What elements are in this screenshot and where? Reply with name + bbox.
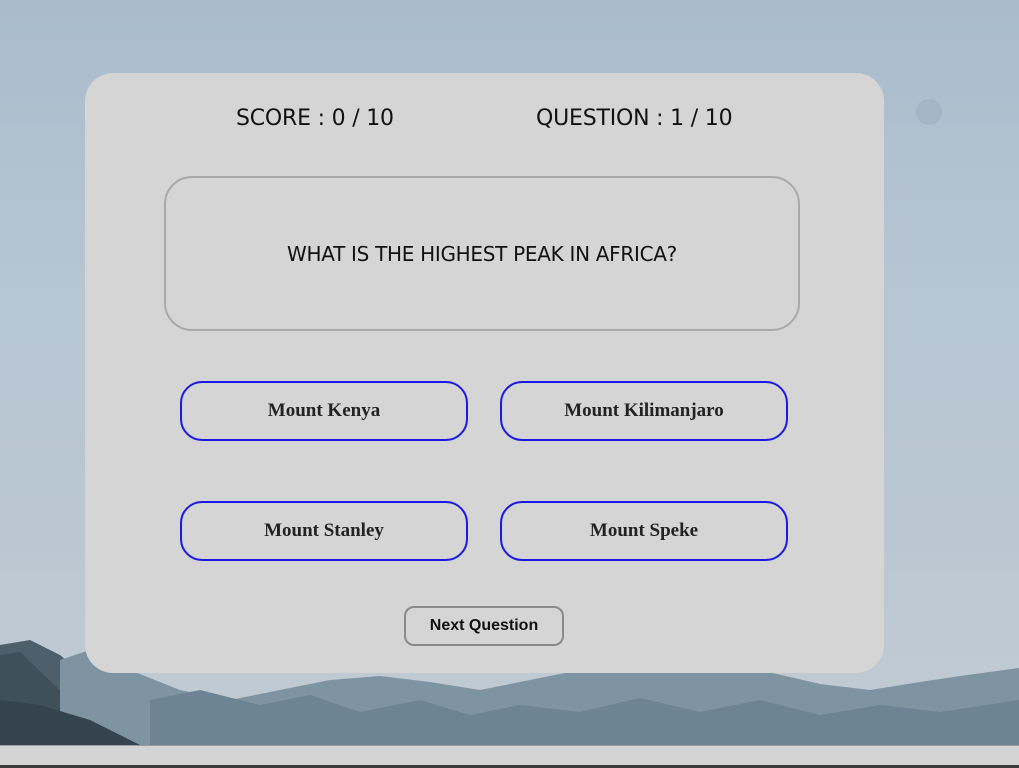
answer-button-3[interactable]: Mount Stanley: [180, 501, 468, 561]
question-box: WHAT IS THE HIGHEST PEAK IN AFRICA?: [164, 176, 800, 331]
window-bottom-bar: [0, 745, 1019, 768]
next-question-button[interactable]: Next Question: [404, 606, 564, 646]
quiz-card: [85, 73, 884, 673]
background-spot: [916, 99, 942, 125]
score-text: SCORE : 0 / 10: [236, 106, 394, 131]
question-counter: QUESTION : 1 / 10: [536, 106, 733, 131]
answer-button-1[interactable]: Mount Kenya: [180, 381, 468, 441]
question-text: WHAT IS THE HIGHEST PEAK IN AFRICA?: [287, 241, 677, 266]
answer-button-2[interactable]: Mount Kilimanjaro: [500, 381, 788, 441]
answer-button-4[interactable]: Mount Speke: [500, 501, 788, 561]
